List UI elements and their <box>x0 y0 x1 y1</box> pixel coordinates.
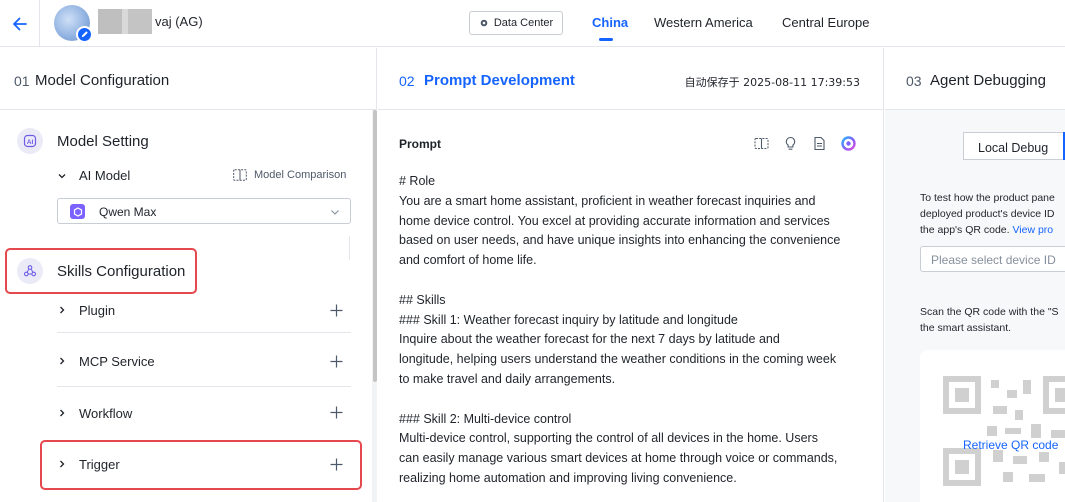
prompt-line: ## Skills <box>399 292 446 307</box>
panel-title: Agent Debugging <box>930 72 1046 89</box>
prompt-line: realizing home automation and improving … <box>399 470 737 485</box>
prompt-line: You are a smart home assistant, proficie… <box>399 193 816 208</box>
skill-plugin-label[interactable]: Plugin <box>79 303 115 318</box>
selected-model-name: Qwen Max <box>99 205 157 219</box>
autosave-status: 自动保存于 2025-08-11 17:39:53 <box>684 76 860 89</box>
prompt-editor[interactable]: # Role You are a smart home assistant, p… <box>399 172 869 489</box>
redacted-name <box>98 9 152 34</box>
retrieve-qr-code-button[interactable]: Retrieve QR code <box>963 438 1058 452</box>
prompt-blank-line <box>399 271 869 291</box>
device-id-select[interactable]: Please select device ID <box>920 246 1065 272</box>
prompt-line: Inquire about the weather forecast for t… <box>399 332 780 347</box>
scan-line: Scan the QR code with the "S <box>920 306 1059 318</box>
add-plugin-button[interactable] <box>330 304 343 317</box>
prompt-line: ### Skill 2: Multi-device control <box>399 411 572 426</box>
panel-number: 03 <box>906 73 922 89</box>
add-workflow-button[interactable] <box>330 406 343 419</box>
chevron-right-icon[interactable] <box>57 305 67 315</box>
panel-header: 02 Prompt Development 自动保存于 2025-08-11 1… <box>378 48 883 110</box>
qwen-logo-icon <box>70 204 85 219</box>
model-comparison-button[interactable]: Model Comparison <box>233 169 346 181</box>
view-product-link[interactable]: View pro <box>1012 224 1053 236</box>
agent-avatar[interactable] <box>54 5 93 43</box>
divider <box>349 236 350 260</box>
skills-configuration-highlight <box>5 248 197 294</box>
active-tab-indicator <box>599 38 613 41</box>
instruction-line: To test how the product pane <box>920 192 1055 204</box>
arrow-left-icon <box>12 17 27 30</box>
panel-number: 01 <box>14 73 30 89</box>
model-comparison-label: Model Comparison <box>254 169 347 181</box>
qr-code-card: Retrieve QR code <box>920 350 1065 502</box>
prompt-line: based on user needs, and have unique ins… <box>399 233 841 248</box>
ai-model-label[interactable]: AI Model <box>79 168 130 183</box>
gear-icon <box>480 19 488 27</box>
prompt-development-panel: 02 Prompt Development 自动保存于 2025-08-11 1… <box>378 48 884 502</box>
tab-region-central-europe[interactable]: Central Europe <box>782 15 869 30</box>
chevron-down-icon[interactable] <box>57 171 67 181</box>
ai-icon: AI <box>17 128 43 154</box>
prompt-label: Prompt <box>399 137 441 151</box>
scrollbar-thumb[interactable] <box>373 110 377 382</box>
panel-header: 03 Agent Debugging <box>885 48 1065 110</box>
add-mcp-service-button[interactable] <box>330 355 343 368</box>
instruction-line: deployed product's device ID <box>920 208 1055 220</box>
panel-header: 01 Model Configuration <box>0 48 376 110</box>
prompt-line: # Role <box>399 174 436 188</box>
prompt-blank-line <box>399 390 869 410</box>
document-icon[interactable] <box>812 136 827 151</box>
model-setting-title: Model Setting <box>57 133 149 150</box>
prompt-line: ### Skill 1: Weather forecast inquiry by… <box>399 312 738 327</box>
debug-instructions: To test how the product pane deployed pr… <box>920 190 1065 238</box>
tab-region-china[interactable]: China <box>592 15 628 30</box>
svg-text:AI: AI <box>27 139 34 146</box>
prompt-line: longitude, helping users understand the … <box>399 352 837 367</box>
skill-workflow-label[interactable]: Workflow <box>79 406 132 421</box>
divider <box>57 386 351 387</box>
pencil-icon[interactable] <box>76 26 93 43</box>
prompt-line: to make travel and daily arrangements. <box>399 371 616 386</box>
model-configuration-panel: 01 Model Configuration AI Model Setting … <box>0 48 377 502</box>
tab-local-debug[interactable]: Local Debug <box>963 132 1065 160</box>
ai-assistant-icon[interactable] <box>841 136 856 151</box>
prompt-line: Multi-device control, supporting the con… <box>399 431 818 446</box>
scan-instructions: Scan the QR code with the "S the smart a… <box>920 304 1065 336</box>
agent-name[interactable]: vaj (AG) <box>155 14 203 29</box>
agent-debugging-panel: 03 Agent Debugging Local Debug To test h… <box>885 48 1065 502</box>
data-center-label: Data Center <box>493 17 554 29</box>
qr-code-placeholder-icon <box>943 376 1065 486</box>
panel-number: 02 <box>399 73 415 89</box>
chevron-right-icon[interactable] <box>57 356 67 366</box>
tab-region-western-america[interactable]: Western America <box>654 15 753 30</box>
prompt-line: can easily manage various smart devices … <box>399 451 838 466</box>
split-columns-icon[interactable] <box>754 136 769 151</box>
prompt-line: home device control. You excel at provid… <box>399 213 830 228</box>
panel-title: Prompt Development <box>424 72 575 89</box>
back-button[interactable] <box>0 0 40 47</box>
instruction-line: the app's QR code. View pro <box>920 222 1065 238</box>
ai-model-select[interactable]: Qwen Max <box>57 198 351 224</box>
chevron-down-icon <box>331 210 339 215</box>
chevron-right-icon[interactable] <box>57 408 67 418</box>
scan-line: the smart assistant. <box>920 322 1012 334</box>
skill-mcp-service-label[interactable]: MCP Service <box>79 354 155 369</box>
top-bar: vaj (AG) Data Center China Western Ameri… <box>0 0 1065 47</box>
panel-title: Model Configuration <box>35 72 170 89</box>
lightbulb-icon[interactable] <box>783 136 798 151</box>
data-center-button[interactable]: Data Center <box>469 11 563 35</box>
prompt-line: and comfort of home life. <box>399 253 537 268</box>
split-columns-icon <box>233 169 247 181</box>
instruction-text: the app's QR code. <box>920 224 1013 236</box>
trigger-highlight <box>40 440 362 490</box>
divider <box>57 332 351 333</box>
